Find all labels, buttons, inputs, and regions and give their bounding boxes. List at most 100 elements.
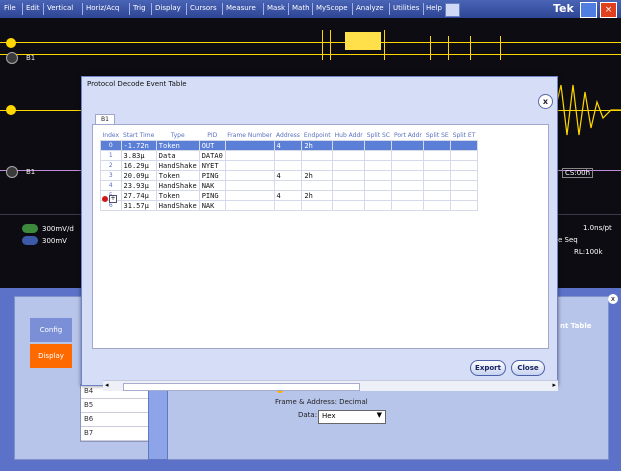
- bus-label-mid: B1: [26, 168, 36, 176]
- table-cell: Token: [155, 140, 200, 151]
- menu-help[interactable]: Help: [426, 4, 442, 12]
- menu-vertical[interactable]: Vertical: [47, 4, 73, 12]
- menu-math[interactable]: Math: [292, 4, 310, 12]
- scroll-right-icon[interactable]: ▸: [552, 381, 556, 389]
- bus-marker-b1[interactable]: [6, 52, 18, 64]
- table-cell: HandShake: [155, 180, 200, 191]
- column-header[interactable]: Address: [274, 131, 302, 141]
- table-cell: 27.74µ: [120, 190, 157, 201]
- table-cell: 2h: [301, 170, 334, 181]
- panel-close-icon[interactable]: x: [608, 294, 618, 304]
- menu-separator: [22, 3, 23, 15]
- close-button[interactable]: Close: [511, 360, 545, 376]
- trace-edge: [384, 30, 385, 60]
- dialog-close-icon[interactable]: x: [538, 94, 553, 109]
- menu-mask[interactable]: Mask: [267, 4, 285, 12]
- ch1-badge: [22, 224, 38, 233]
- data-format-select[interactable]: Hex ▼: [318, 410, 386, 424]
- table-cell: NAK: [198, 180, 226, 191]
- export-button[interactable]: Export: [470, 360, 506, 376]
- table-row[interactable]: 4 23.93µ HandShake NAK: [100, 180, 478, 191]
- menu-file[interactable]: File: [4, 4, 16, 12]
- menu-separator: [82, 3, 83, 15]
- column-header[interactable]: Endpoint: [302, 131, 333, 141]
- table-row[interactable]: 2 16.29µ HandShake NYET: [100, 160, 478, 171]
- horizontal-scrollbar[interactable]: ◂ ▸: [103, 380, 558, 391]
- menu-display[interactable]: Display: [155, 4, 181, 12]
- table-cell: [423, 190, 452, 201]
- bus-list-scrollbar[interactable]: [148, 384, 168, 460]
- ch2-badge: [22, 236, 38, 245]
- table-cell: -1.72n: [120, 140, 157, 151]
- table-row[interactable]: 527.74µTokenPING42h: [100, 190, 478, 201]
- bus-label-top: B1: [26, 54, 36, 62]
- menu-utilities[interactable]: Utilities: [393, 4, 419, 12]
- expand-icon[interactable]: +: [109, 195, 117, 203]
- table-cell: 1: [100, 150, 122, 161]
- menu-trig[interactable]: Trig: [133, 4, 146, 12]
- bus-list-item[interactable]: B7: [81, 427, 149, 441]
- decoded-packet-block[interactable]: [345, 32, 381, 50]
- help-icon[interactable]: [445, 3, 460, 17]
- table-row[interactable]: 0 -1.72n Token OUT 4 2h: [100, 140, 478, 151]
- table-cell: NYET: [198, 160, 226, 171]
- table-cell: [423, 140, 452, 151]
- table-cell: 2h: [301, 140, 334, 151]
- menu-cursors[interactable]: Cursors: [190, 4, 217, 12]
- menu-edit[interactable]: Edit: [26, 4, 40, 12]
- column-header[interactable]: PID: [199, 131, 225, 141]
- column-header[interactable]: Frame Number: [225, 131, 274, 141]
- channel-marker-1[interactable]: [6, 38, 16, 48]
- display-button[interactable]: Display: [30, 344, 72, 368]
- table-cell: [224, 190, 275, 201]
- bus-trace-b1-top: [0, 42, 621, 43]
- dropdown-arrow-icon: ▼: [376, 411, 382, 419]
- table-cell: [224, 200, 275, 211]
- table-cell: 3.83µ: [120, 150, 157, 161]
- bus-list: B4 B5 B6 B7: [80, 384, 150, 442]
- menu-myscope[interactable]: MyScope: [316, 4, 348, 12]
- table-cell: 0: [100, 140, 122, 151]
- table-cell: NAK: [198, 200, 226, 211]
- scroll-left-icon[interactable]: ◂: [105, 381, 109, 389]
- table-cell: HandShake: [155, 200, 200, 211]
- protocol-decode-dialog: Protocol Decode Event Table x B1 Index S…: [81, 76, 558, 391]
- minimize-icon[interactable]: [580, 2, 597, 18]
- brand-logo: Tek: [553, 2, 574, 15]
- scrollbar-thumb[interactable]: [123, 383, 360, 391]
- table-cell: 4: [273, 190, 303, 201]
- close-window-icon[interactable]: ×: [600, 2, 617, 18]
- table-cell: [391, 160, 425, 171]
- table-cell: [332, 150, 366, 161]
- table-cell: [301, 160, 334, 171]
- table-cell: Token: [155, 190, 200, 201]
- column-header[interactable]: Split SC: [365, 131, 392, 141]
- bus-list-item[interactable]: B5: [81, 399, 149, 413]
- column-header[interactable]: Split SE: [424, 131, 451, 141]
- menu-separator: [389, 3, 390, 15]
- column-header[interactable]: Hub Addr: [333, 131, 365, 141]
- table-cell: 3: [100, 170, 122, 181]
- table-row[interactable]: 3 20.09µ Token PING 4 2h: [100, 170, 478, 181]
- column-header[interactable]: Index: [101, 131, 122, 141]
- channel-marker-2[interactable]: [6, 105, 16, 115]
- menu-analyze[interactable]: Analyze: [356, 4, 384, 12]
- menu-horiz-acq[interactable]: Horiz/Acq: [86, 4, 119, 12]
- table-cell: [391, 190, 425, 201]
- bus-list-item[interactable]: B6: [81, 413, 149, 427]
- config-button[interactable]: Config: [30, 318, 72, 342]
- bus-marker-b1-mid[interactable]: [6, 166, 18, 178]
- table-cell: [423, 170, 452, 181]
- menu-measure[interactable]: Measure: [226, 4, 256, 12]
- table-cell: [364, 180, 393, 191]
- table-cell: [364, 140, 393, 151]
- column-header[interactable]: Type: [156, 131, 199, 141]
- table-row[interactable]: 6 31.57µ HandShake NAK: [100, 200, 478, 211]
- column-header[interactable]: Split ET: [451, 131, 478, 141]
- decode-snippet: CS:00h: [562, 168, 594, 178]
- menu-bar: File Edit Vertical Horiz/Acq Trig Displa…: [0, 0, 621, 19]
- column-header[interactable]: Start Time: [121, 131, 156, 141]
- column-header[interactable]: Port Addr: [392, 131, 424, 141]
- table-row[interactable]: 1 3.83µ Data DATA0: [100, 150, 478, 161]
- table-cell: [332, 190, 366, 201]
